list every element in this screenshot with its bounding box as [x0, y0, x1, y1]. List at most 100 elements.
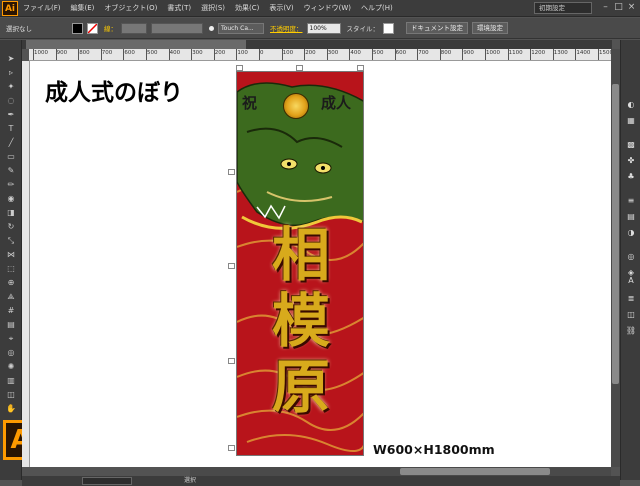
menu-select[interactable]: 選択(S): [196, 3, 230, 13]
vertical-scrollbar[interactable]: [611, 49, 620, 467]
direct-selection-tool-icon[interactable]: ▹: [5, 68, 17, 78]
scale-tool-icon[interactable]: ⤡: [5, 236, 17, 246]
ruler-tick: [191, 49, 193, 60]
ruler-tick: [417, 49, 419, 60]
stroke-swatch[interactable]: [87, 22, 98, 34]
workspace-switcher[interactable]: 初期設定: [534, 2, 592, 14]
gradient-panel-icon[interactable]: ▤: [625, 212, 637, 222]
symbol-sprayer-icon[interactable]: ✺: [5, 362, 17, 372]
ruler-tick: [100, 49, 102, 60]
stroke-panel-icon[interactable]: ≡: [625, 196, 637, 206]
ruler-tick: [552, 49, 554, 60]
ruler-label: 500: [373, 50, 384, 56]
layers-panel-icon[interactable]: ≣: [625, 294, 637, 304]
paintbrush-icon[interactable]: ✎: [5, 166, 17, 176]
vertical-ruler[interactable]: [22, 61, 30, 467]
symbols-panel-icon[interactable]: ♣: [625, 172, 637, 182]
color-panel-icon[interactable]: ◐: [625, 100, 637, 110]
close-icon[interactable]: ×: [627, 2, 636, 12]
rectangle-tool-icon[interactable]: ▭: [5, 152, 17, 162]
blob-brush-icon[interactable]: ◉: [5, 194, 17, 204]
ruler-tick: [462, 49, 464, 60]
links-panel-icon[interactable]: ⛓: [625, 326, 637, 336]
vertical-scroll-thumb[interactable]: [612, 84, 619, 384]
mesh-tool-icon[interactable]: #: [5, 306, 17, 316]
menu-edit[interactable]: 編集(E): [66, 3, 100, 13]
none-slash-icon: [87, 22, 98, 34]
eyedropper-icon[interactable]: ⌖: [5, 334, 17, 344]
size-caption: W600×H1800mm: [373, 442, 495, 457]
ruler-tick: [485, 49, 486, 60]
maximize-icon[interactable]: □: [614, 2, 623, 12]
ruler-label: 100: [237, 50, 248, 56]
artboards-panel-icon[interactable]: ◫: [625, 310, 637, 320]
stroke-weight-field[interactable]: [121, 22, 147, 34]
blend-tool-icon[interactable]: ◎: [5, 348, 17, 358]
transparency-panel-icon[interactable]: ◑: [625, 228, 637, 238]
brushes-panel-icon[interactable]: ✤: [625, 156, 637, 166]
shape-builder-icon[interactable]: ⊕: [5, 278, 17, 288]
lasso-icon[interactable]: ◌: [5, 96, 17, 106]
graphic-style-swatch[interactable]: [383, 22, 394, 34]
artboard-canvas[interactable]: 成人式のぼり 祝 成人 相 模 原 W600×H1800mm: [30, 61, 611, 467]
free-transform-icon[interactable]: ⬚: [5, 264, 17, 274]
graph-tool-icon[interactable]: ▥: [5, 376, 17, 386]
document-setup-button[interactable]: ドキュメント設定: [406, 22, 468, 34]
ruler-label: 1500: [599, 50, 611, 56]
artboard-tool-icon[interactable]: ◫: [5, 390, 17, 400]
minimize-icon[interactable]: –: [601, 2, 610, 12]
menu-view[interactable]: 表示(V): [264, 3, 298, 13]
document-tab[interactable]: [26, 40, 246, 49]
horizontal-scroll-thumb[interactable]: [400, 468, 550, 475]
menu-effect[interactable]: 効果(C): [230, 3, 264, 13]
opacity-label[interactable]: 不透明度：: [270, 23, 303, 33]
pencil-icon[interactable]: ✏: [5, 180, 17, 190]
ruler-tick: [394, 49, 396, 60]
menu-file[interactable]: ファイル(F): [18, 3, 66, 13]
menu-bar: Ai ファイル(F) 編集(E) オブジェクト(O) 書式(T) 選択(S) 効…: [0, 0, 640, 17]
control-bar: 選択なし 線： Touch Ca... 不透明度： 100% スタイル： ドキュ…: [0, 18, 640, 39]
gradient-tool-icon[interactable]: ▤: [5, 320, 17, 330]
horizontal-scrollbar[interactable]: [190, 467, 611, 476]
ruler-tick: [213, 49, 215, 60]
ruler-label: 0: [260, 50, 264, 56]
swatches-panel-icon[interactable]: ▩: [625, 140, 637, 150]
ruler-tick: [439, 49, 441, 60]
status-bar: 選択: [22, 476, 620, 486]
width-tool-icon[interactable]: ⋈: [5, 250, 17, 260]
ruler-label: 100: [282, 50, 294, 56]
banner-caption: 成人式のぼり: [45, 79, 183, 106]
character-panel-icon[interactable]: A: [625, 276, 637, 286]
ruler-tick: [281, 49, 283, 60]
selection-tool-icon[interactable]: ➤: [5, 54, 17, 64]
opacity-field[interactable]: 100%: [306, 22, 341, 34]
ruler-tick: [33, 49, 34, 60]
pen-tool-icon[interactable]: ✒: [5, 110, 17, 120]
stroke-label[interactable]: 線：: [104, 23, 117, 33]
zoom-field[interactable]: [82, 477, 132, 485]
banner-artwork[interactable]: 祝 成人 相 模 原: [236, 71, 364, 456]
type-tool-icon[interactable]: T: [5, 124, 17, 134]
preferences-button[interactable]: 環境設定: [472, 22, 508, 34]
pole-tab: [228, 445, 235, 451]
menu-window[interactable]: ウィンドウ(W): [299, 3, 356, 13]
window-controls: – □ ×: [601, 2, 636, 12]
horizontal-ruler[interactable]: 1000 900 800 700 600 500 400 300 200 100 0 100 200 30…: [29, 49, 611, 61]
variable-width-profile[interactable]: [151, 22, 203, 34]
menu-help[interactable]: ヘルプ(H): [356, 3, 398, 13]
ruler-tick: [507, 49, 509, 60]
rotate-tool-icon[interactable]: ↻: [5, 222, 17, 232]
eraser-icon[interactable]: ◨: [5, 208, 17, 218]
menu-object[interactable]: オブジェクト(O): [99, 3, 162, 13]
fill-swatch[interactable]: [72, 22, 83, 34]
hand-tool-icon[interactable]: ✋: [5, 404, 17, 414]
perspective-grid-icon[interactable]: ⟁: [5, 292, 17, 302]
brush-definition[interactable]: Touch Ca...: [218, 22, 264, 34]
panel-dock: ◐ ▦ ▩ ✤ ♣ ≡ ▤ ◑ ◎ ◈ A ≣ ◫ ⛓: [620, 40, 640, 480]
appearance-panel-icon[interactable]: ◎: [625, 252, 637, 262]
ruler-label: 200: [305, 50, 316, 56]
line-tool-icon[interactable]: ╱: [5, 138, 17, 148]
magic-wand-icon[interactable]: ✦: [5, 82, 17, 92]
color-guide-icon[interactable]: ▦: [625, 116, 637, 126]
menu-type[interactable]: 書式(T): [162, 3, 196, 13]
